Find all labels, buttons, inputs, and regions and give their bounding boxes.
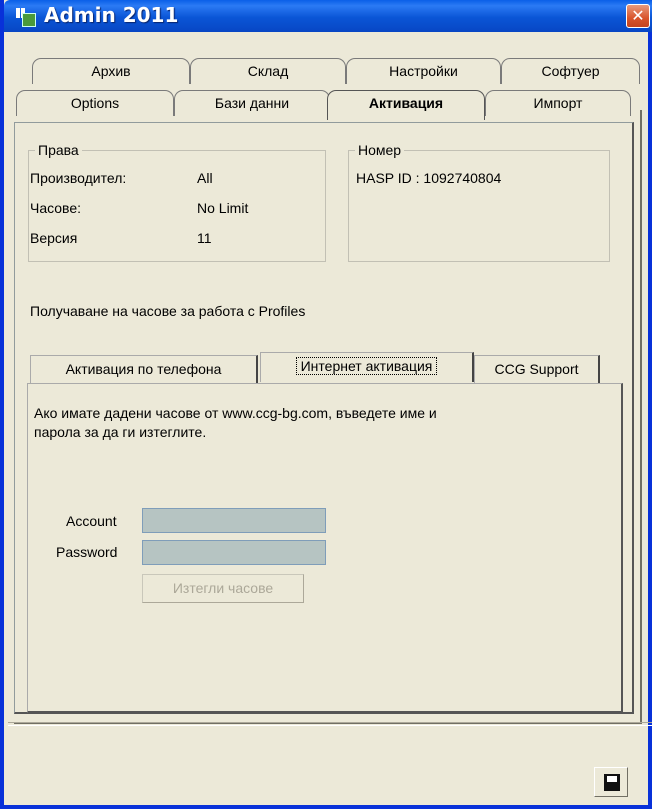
status-separator [8,722,652,726]
download-hours-button[interactable]: Изтегли часове [142,574,304,603]
tab-options[interactable]: Options [16,90,174,116]
admin-window: Admin 2011 ✕ Архив Склад Настройки Софту… [0,0,652,809]
password-label: Password [56,544,118,560]
tab-archive[interactable]: Архив [32,58,190,84]
close-button[interactable]: ✕ [626,4,650,28]
manufacturer-label: Производител: [30,170,127,186]
tab-databases[interactable]: Бази данни [174,90,330,116]
subtab-ccg-support[interactable]: CCG Support [474,355,600,383]
version-value: 11 [197,230,212,246]
number-group: Номер [348,142,610,262]
password-input[interactable] [142,540,326,565]
description-line-1: Ако имате дадени часове от www.ccg-bg.co… [34,405,437,421]
app-icon [16,8,38,27]
subtab-phone-activation[interactable]: Активация по телефона [30,355,258,383]
tab-settings[interactable]: Настройки [346,58,501,84]
floppy-disk-icon [604,774,620,791]
title-bar[interactable]: Admin 2011 ✕ [4,0,652,32]
hours-info-text: Получаване на часове за работа с Profile… [30,303,306,319]
tab-warehouse[interactable]: Склад [190,58,346,84]
hours-value: No Limit [197,200,249,216]
save-button[interactable] [594,767,628,797]
manufacturer-value: All [197,170,213,186]
version-label: Версия [30,230,78,246]
hours-label: Часове: [30,200,82,216]
tab-software[interactable]: Софтуер [501,58,640,84]
window-title: Admin 2011 [44,3,179,27]
number-legend: Номер [355,142,405,158]
subtab-internet-activation[interactable]: Интернет активация [260,352,474,382]
account-label: Account [66,513,117,529]
tab-import[interactable]: Импорт [485,90,631,116]
hasp-id: HASP ID : 1092740804 [356,170,502,186]
subtab-internet-label: Интернет активация [295,357,438,375]
account-input[interactable] [142,508,326,533]
rights-legend: Права [35,142,82,158]
tab-activation[interactable]: Активация [327,90,485,120]
description-line-2: парола за да ги изтеглите. [34,424,207,440]
